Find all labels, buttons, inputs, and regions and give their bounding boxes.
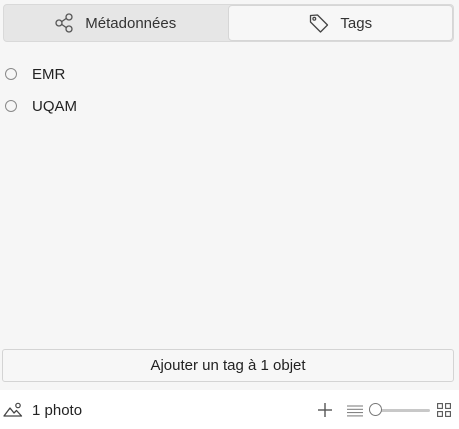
- tag-radio[interactable]: [5, 100, 17, 112]
- tag-radio[interactable]: [5, 68, 17, 80]
- status-bar: 1 photo: [0, 390, 459, 429]
- tag-list: EMR UQAM: [0, 58, 459, 122]
- tag-item-uqam[interactable]: UQAM: [0, 90, 459, 122]
- add-tag-button[interactable]: Ajouter un tag à 1 objet: [2, 349, 454, 382]
- zoom-slider-thumb[interactable]: [369, 403, 382, 416]
- tag-label: UQAM: [32, 97, 77, 115]
- photo-library-icon: [3, 402, 23, 423]
- tab-metadata-label: Métadonnées: [85, 14, 177, 32]
- tag-label: EMR: [32, 65, 66, 83]
- zoom-slider[interactable]: [366, 403, 431, 417]
- add-icon[interactable]: [317, 402, 333, 423]
- photo-count: 1 photo: [32, 402, 83, 419]
- tab-metadata[interactable]: Métadonnées: [4, 5, 228, 41]
- share-icon: [55, 13, 75, 33]
- list-view-icon[interactable]: [347, 404, 363, 422]
- tab-bar: Métadonnées Tags: [3, 4, 454, 42]
- grid-view-icon[interactable]: [437, 403, 451, 422]
- tag-icon: [308, 12, 330, 34]
- tab-tags[interactable]: Tags: [227, 5, 453, 41]
- tag-item-emr[interactable]: EMR: [0, 58, 459, 90]
- tab-tags-label: Tags: [340, 14, 373, 32]
- tags-panel: Métadonnées Tags EMR UQAM Ajouter un tag…: [0, 0, 459, 390]
